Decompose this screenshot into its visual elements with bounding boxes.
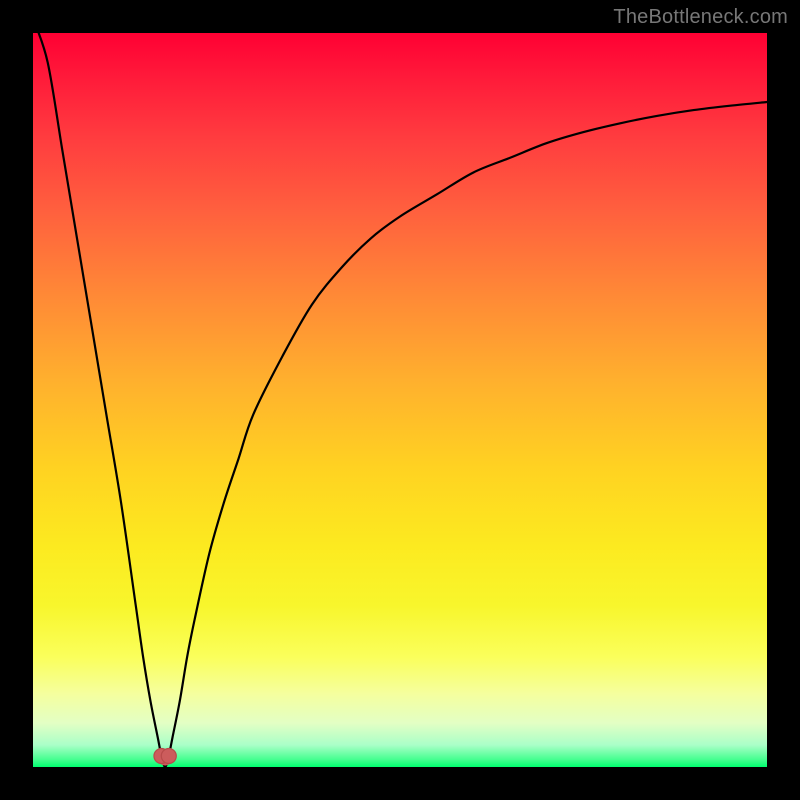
marker-dot — [161, 748, 176, 763]
plot-area — [33, 33, 767, 767]
bottom-markers — [154, 748, 176, 763]
watermark-text: TheBottleneck.com — [613, 6, 788, 29]
chart-frame: TheBottleneck.com — [0, 0, 800, 800]
bottleneck-curve — [33, 33, 767, 767]
curve-layer — [33, 33, 767, 767]
